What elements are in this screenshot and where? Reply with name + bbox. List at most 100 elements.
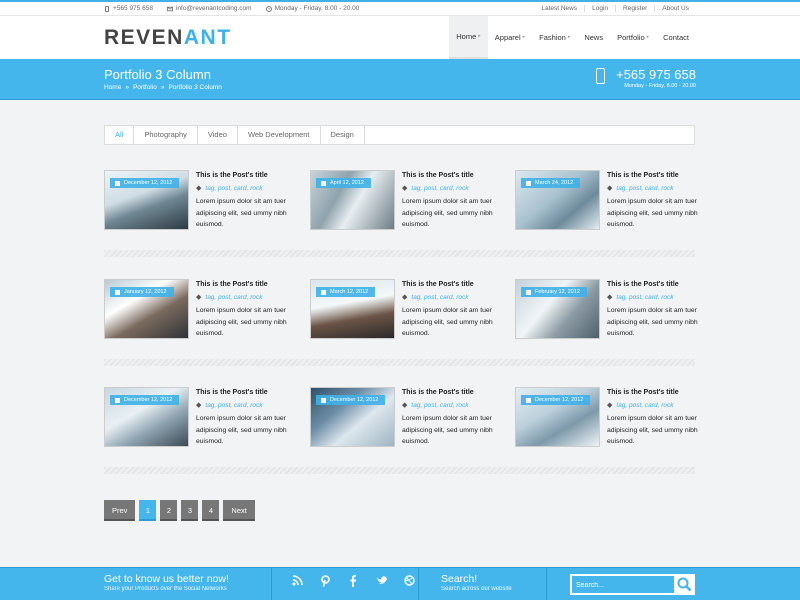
post-tags-text[interactable]: tag, post, card, rock (616, 402, 673, 409)
post-title[interactable]: This is the Post's title (196, 281, 268, 288)
post-date: April 12, 2012 (330, 180, 364, 186)
search-button[interactable] (674, 574, 695, 595)
post-tags-text[interactable]: tag, post, card, rock (205, 294, 262, 301)
breadcrumb-portfolio[interactable]: Portfolio (133, 84, 157, 91)
portfolio-card[interactable]: December 12, 2012 This is the Post's titl… (104, 387, 304, 449)
portfolio-thumbnail[interactable]: March 24, 2012 (515, 170, 600, 230)
portfolio-card[interactable]: January 12, 2012 This is the Post's title… (104, 279, 304, 341)
portfolio-card[interactable]: April 12, 2012 This is the Post's title ◆ t… (310, 170, 510, 232)
post-tags-text[interactable]: tag, post, card, rock (616, 185, 673, 192)
filter-photography[interactable]: Photography (134, 126, 198, 144)
portfolio-thumbnail[interactable]: February 12, 2012 (515, 279, 600, 339)
band-hours: Monday - Friday, 8.00 - 20.00 (624, 83, 696, 89)
nav-home[interactable]: Home ▸ (449, 16, 488, 59)
portfolio-thumbnail[interactable]: December 12, 2012 (104, 387, 189, 447)
band-phone: +565 975 658 (616, 67, 696, 82)
tag-icon: ◆ (402, 185, 408, 192)
post-title[interactable]: This is the Post's title (196, 389, 268, 396)
link-about-us[interactable]: About Us (654, 5, 696, 12)
twitter-icon[interactable] (374, 575, 388, 590)
post-date: March 12, 2012 (330, 289, 369, 295)
pinterest-icon[interactable] (318, 575, 332, 590)
post-date: December 12, 2012 (535, 397, 584, 403)
post-date: February 12, 2012 (535, 289, 580, 295)
portfolio-card[interactable]: March 24, 2012 This is the Post's title ◆ t… (515, 170, 715, 232)
filter-all[interactable]: All (105, 126, 135, 144)
post-excerpt: Lorem ipsum dolor sit am tuer adipiscing… (607, 198, 698, 228)
post-title[interactable]: This is the Post's title (607, 281, 679, 288)
page-4-button[interactable]: 4 (202, 500, 220, 521)
next-button[interactable]: Next (223, 500, 255, 521)
facebook-icon[interactable] (346, 575, 360, 590)
post-excerpt: Lorem ipsum dolor sit am tuer adipiscing… (607, 415, 698, 445)
logo[interactable]: REVENANT (104, 26, 232, 50)
page-title: Portfolio 3 Column (104, 67, 211, 82)
post-tags-text[interactable]: tag, post, card, rock (205, 185, 262, 192)
nav-fashion-label: Fashion (539, 33, 566, 42)
post-title[interactable]: This is the Post's title (402, 281, 474, 288)
post-tags-text[interactable]: tag, post, card, rock (411, 185, 468, 192)
page-2-button[interactable]: 2 (160, 500, 178, 521)
post-title[interactable]: This is the Post's title (402, 389, 474, 396)
footer-search-input[interactable] (576, 579, 672, 592)
portfolio-card[interactable]: March 12, 2012 This is the Post's title ◆ t… (310, 279, 510, 341)
portfolio-card[interactable]: December 12, 2012 This is the Post's titl… (310, 387, 510, 449)
footer-divider (271, 568, 272, 600)
portfolio-card[interactable]: December 12, 2012 This is the Post's titl… (515, 387, 715, 449)
page-title-band: Portfolio 3 Column Home » Portfolio » Po… (0, 59, 800, 100)
nav-portfolio[interactable]: Portfolio ▸ (610, 16, 656, 59)
portfolio-card[interactable]: December 12, 2012 This is the Post's titl… (104, 170, 304, 232)
caret-icon: ▸ (478, 33, 481, 39)
nav-apparel[interactable]: Apparel ▸ (488, 16, 532, 59)
portfolio-thumbnail[interactable]: April 12, 2012 (310, 170, 395, 230)
topbar-email[interactable]: info@revenantcoding.com (167, 5, 252, 12)
header: REVENANT Home ▸ Apparel ▸ Fashion ▸ News Po… (0, 16, 800, 59)
footer-search-box (570, 574, 695, 595)
top-links: Latest News Login Register About Us (534, 5, 696, 12)
post-tags: ◆ tag, post, card, rock (196, 184, 262, 193)
post-title[interactable]: This is the Post's title (196, 172, 268, 179)
portfolio-thumbnail[interactable]: March 12, 2012 (310, 279, 395, 339)
portfolio-card[interactable]: February 12, 2012 This is the Post's titl… (515, 279, 715, 341)
dribbble-icon[interactable] (402, 575, 416, 590)
page-1-button[interactable]: 1 (139, 500, 157, 521)
date-badge: December 12, 2012 (316, 395, 386, 405)
rss-icon[interactable] (290, 575, 304, 590)
contact-info: +565 975 658 info@revenantcoding.com Mon… (104, 5, 359, 12)
footer-divider (418, 568, 419, 600)
portfolio-filter: All Photography Video Web Development De… (104, 125, 695, 145)
post-tags-text[interactable]: tag, post, card, rock (616, 294, 673, 301)
row-divider (104, 359, 695, 366)
nav-fashion[interactable]: Fashion ▸ (532, 16, 577, 59)
page-3-button[interactable]: 3 (181, 500, 199, 521)
topbar-email-text[interactable]: info@revenantcoding.com (176, 5, 252, 12)
nav-news[interactable]: News (577, 16, 610, 59)
calendar-icon (526, 289, 531, 295)
post-tags-text[interactable]: tag, post, card, rock (205, 402, 262, 409)
tag-icon: ◆ (607, 185, 613, 192)
post-tags-text[interactable]: tag, post, card, rock (411, 294, 468, 301)
date-badge: March 12, 2012 (316, 287, 376, 297)
portfolio-thumbnail[interactable]: December 12, 2012 (310, 387, 395, 447)
topbar-hours-text: Monday - Friday, 8.00 - 20.00 (274, 5, 360, 12)
link-latest-news[interactable]: Latest News (534, 5, 584, 12)
filter-design[interactable]: Design (321, 126, 365, 144)
portfolio-thumbnail[interactable]: December 12, 2012 (104, 170, 189, 230)
link-login[interactable]: Login (584, 5, 615, 12)
post-tags-text[interactable]: tag, post, card, rock (411, 402, 468, 409)
breadcrumb-home[interactable]: Home (104, 84, 121, 91)
filter-web-development[interactable]: Web Development (238, 126, 321, 144)
row-divider (104, 250, 695, 257)
calendar-icon (321, 289, 326, 295)
post-tags: ◆ tag, post, card, rock (196, 293, 262, 302)
nav-contact[interactable]: Contact (656, 16, 696, 59)
post-title[interactable]: This is the Post's title (607, 172, 679, 179)
post-title[interactable]: This is the Post's title (607, 389, 679, 396)
prev-button[interactable]: Prev (104, 500, 136, 521)
link-register[interactable]: Register (615, 5, 654, 12)
portfolio-thumbnail[interactable]: December 12, 2012 (515, 387, 600, 447)
caret-icon: ▸ (522, 34, 526, 40)
portfolio-thumbnail[interactable]: January 12, 2012 (104, 279, 189, 339)
filter-video[interactable]: Video (198, 126, 238, 144)
post-title[interactable]: This is the Post's title (402, 172, 474, 179)
